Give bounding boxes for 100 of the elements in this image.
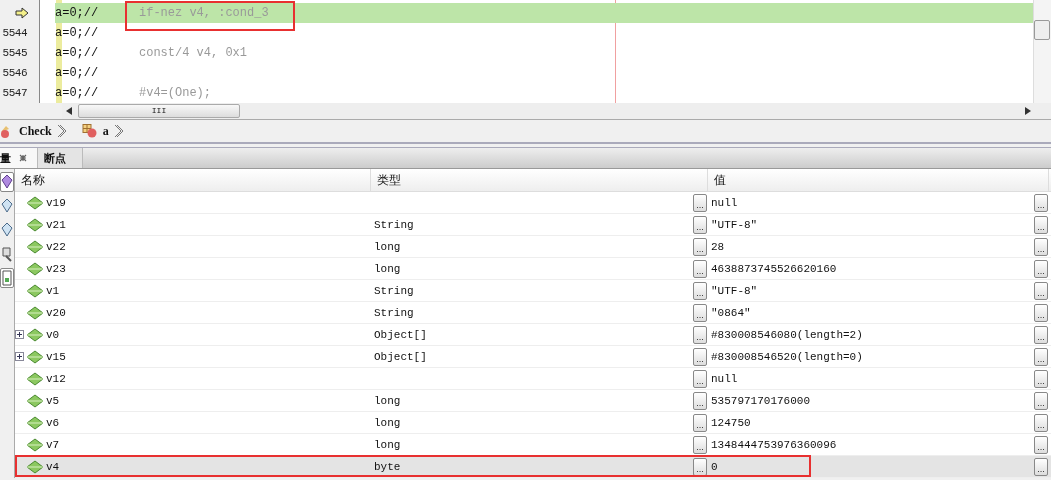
scroll-left-icon[interactable] — [66, 107, 72, 115]
edit-button[interactable]: ... — [1034, 391, 1048, 410]
code-text: a=0;// — [55, 6, 100, 20]
variable-name: v5 — [46, 394, 61, 407]
expand-icon[interactable] — [15, 352, 24, 361]
variable-icon — [26, 195, 44, 210]
variable-name: v22 — [46, 240, 67, 253]
variable-type: String — [374, 218, 415, 231]
scroll-right-icon[interactable] — [1025, 107, 1031, 115]
variable-icon — [26, 349, 44, 364]
variable-icon — [26, 305, 44, 320]
variable-type: byte — [374, 460, 402, 473]
edit-button[interactable]: ... — [693, 435, 707, 454]
edit-button[interactable]: ... — [693, 193, 707, 212]
variable-value: 1348444753976360096 — [711, 438, 838, 451]
edit-button[interactable]: ... — [1034, 237, 1048, 256]
variable-value: "UTF-8" — [711, 218, 759, 231]
scroll-thumb[interactable]: III — [78, 104, 240, 118]
edit-button[interactable]: ... — [693, 325, 707, 344]
edit-button[interactable]: ... — [693, 457, 707, 476]
variable-value: #830008546080(length=2) — [711, 328, 864, 341]
code-comment: #v4=(One); — [139, 86, 211, 100]
variable-icon — [26, 283, 44, 298]
edit-button[interactable]: ... — [693, 369, 707, 388]
code-comment: const/4 v4, 0x1 — [139, 46, 248, 60]
vertical-scrollbar[interactable] — [1033, 0, 1051, 103]
variable-name: v23 — [46, 262, 67, 275]
variable-value: "0864" — [711, 306, 752, 319]
edit-button[interactable]: ... — [1034, 369, 1048, 388]
code-text: a=0;// — [55, 46, 100, 60]
edit-button[interactable]: ... — [693, 215, 707, 234]
panel-tab[interactable]: 量 — [0, 148, 38, 168]
column-header[interactable]: 值 — [708, 169, 1049, 191]
variable-type: String — [374, 306, 415, 319]
variable-value: 124750 — [711, 416, 752, 429]
breadcrumb-item[interactable]: a — [100, 123, 111, 139]
variable-name: v15 — [46, 350, 67, 363]
variable-value: #830008546520(length=0) — [711, 350, 864, 363]
current-line-arrow-icon — [15, 7, 29, 19]
variable-icon — [26, 239, 44, 254]
edit-button[interactable]: ... — [1034, 457, 1048, 476]
edit-button[interactable]: ... — [1034, 259, 1048, 278]
column-header[interactable]: 类型 — [371, 169, 708, 191]
variable-value: 535797170176000 — [711, 394, 812, 407]
variable-name: v12 — [46, 372, 67, 385]
edit-button[interactable]: ... — [693, 281, 707, 300]
variable-type: long — [374, 438, 402, 451]
edit-button[interactable]: ... — [1034, 215, 1048, 234]
close-icon[interactable] — [19, 154, 27, 162]
variable-name: v6 — [46, 416, 61, 429]
variable-icon — [26, 261, 44, 276]
variable-name: v21 — [46, 218, 67, 231]
variable-icon — [26, 393, 44, 408]
method-icon — [81, 124, 98, 138]
variable-type: long — [374, 240, 402, 253]
breadcrumb-item[interactable]: Check — [17, 123, 54, 139]
variable-value: "UTF-8" — [711, 284, 759, 297]
variable-value: 28 — [711, 240, 726, 253]
variable-name: v19 — [46, 196, 67, 209]
variable-name: v4 — [46, 460, 61, 473]
edit-button[interactable]: ... — [693, 391, 707, 410]
variable-name: v0 — [46, 328, 61, 341]
edit-button[interactable]: ... — [693, 413, 707, 432]
tool-icon[interactable] — [0, 244, 14, 264]
variable-icon — [26, 415, 44, 430]
selected-row[interactable]: v4 byte ... 0 ... — [15, 456, 1051, 478]
edit-button[interactable]: ... — [693, 347, 707, 366]
variable-value: null — [711, 372, 739, 385]
edit-button[interactable]: ... — [693, 303, 707, 322]
watch-gem-icon[interactable] — [0, 172, 14, 192]
edit-button[interactable]: ... — [1034, 303, 1048, 322]
chevron-icon — [56, 124, 67, 138]
chevron-icon — [113, 124, 124, 138]
edit-button[interactable]: ... — [1034, 325, 1048, 344]
line-number: 5547 — [2, 87, 27, 99]
variable-name: v1 — [46, 284, 61, 297]
variable-icon — [26, 327, 44, 342]
panel-tab[interactable]: 断点 — [38, 148, 83, 168]
code-text: a=0;// — [55, 86, 100, 100]
code-comment: if-nez v4, :cond_3 — [139, 6, 269, 20]
code-text: a=0;// — [55, 26, 100, 40]
edit-button[interactable]: ... — [1034, 413, 1048, 432]
variable-type: Object[] — [374, 350, 428, 363]
document-icon[interactable] — [0, 268, 14, 288]
variable-type: String — [374, 284, 415, 297]
variable-type: long — [374, 416, 402, 429]
edit-button[interactable]: ... — [693, 259, 707, 278]
expand-icon[interactable] — [15, 330, 24, 339]
edit-button[interactable]: ... — [1034, 193, 1048, 212]
edit-button[interactable]: ... — [1034, 435, 1048, 454]
variable-value: 4638873745526620160 — [711, 262, 838, 275]
variable-type: long — [374, 262, 402, 275]
variable-value: 0 — [711, 460, 719, 473]
line-number: 5545 — [2, 47, 27, 59]
variable-icon — [26, 371, 44, 386]
edit-button[interactable]: ... — [693, 237, 707, 256]
edit-button[interactable]: ... — [1034, 347, 1048, 366]
line-number: 5546 — [2, 67, 27, 79]
column-header[interactable]: 名称 — [15, 169, 371, 191]
edit-button[interactable]: ... — [1034, 281, 1048, 300]
